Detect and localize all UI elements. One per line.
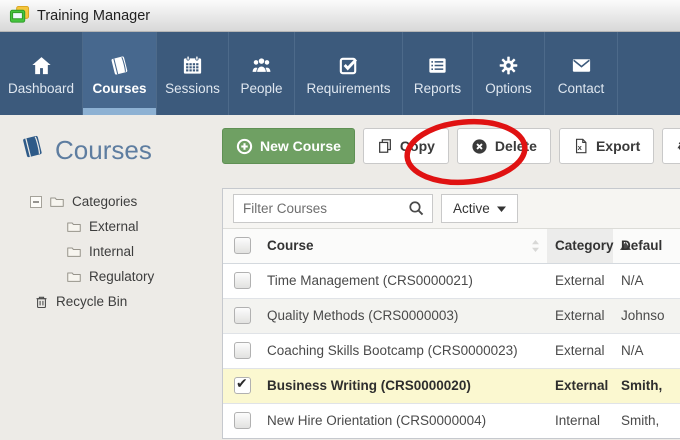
default-cell: Johnso: [613, 298, 680, 333]
status-filter-label: Active: [453, 201, 490, 216]
tree-item-external[interactable]: External: [0, 214, 222, 239]
table-row[interactable]: Time Management (CRS0000021)ExternalN/A: [223, 263, 680, 298]
default-cell: N/A: [613, 263, 680, 298]
copy-button[interactable]: Copy: [363, 128, 449, 164]
folder-icon: [66, 244, 82, 259]
book-icon: [18, 133, 47, 167]
filter-bar: Active: [223, 189, 680, 229]
nav-tab-options[interactable]: Options: [473, 32, 545, 115]
folder-icon: [49, 194, 65, 209]
filter-input[interactable]: [234, 201, 408, 216]
table-body: Time Management (CRS0000021)ExternalN/AQ…: [223, 263, 680, 438]
refresh-icon: [676, 138, 680, 154]
nav-tab-contact[interactable]: Contact: [545, 32, 618, 115]
course-cell: Coaching Skills Bootcamp (CRS0000023): [261, 333, 547, 368]
category-cell: External: [547, 333, 613, 368]
table-row[interactable]: New Hire Orientation (CRS0000004)Interna…: [223, 403, 680, 438]
table-row[interactable]: Coaching Skills Bootcamp (CRS0000023)Ext…: [223, 333, 680, 368]
category-tree: CategoriesExternalInternalRegulatoryRecy…: [0, 189, 222, 314]
trash-icon: [34, 294, 49, 310]
row-checkbox[interactable]: [234, 377, 251, 394]
default-cell: Smith,: [613, 403, 680, 438]
row-checkbox[interactable]: [234, 272, 251, 289]
column-header-category[interactable]: Category: [547, 229, 613, 263]
folder-icon: [66, 269, 82, 284]
refresh-button[interactable]: Refresh: [662, 128, 680, 164]
book-icon: [107, 51, 132, 77]
new-course-button[interactable]: New Course: [222, 128, 355, 164]
app-logo-icon: [9, 5, 30, 26]
course-cell: Time Management (CRS0000021): [261, 263, 547, 298]
row-checkbox[interactable]: [234, 342, 251, 359]
default-cell: Smith,: [613, 368, 680, 403]
sidebar-title: Courses: [18, 133, 222, 167]
row-checkbox[interactable]: [234, 307, 251, 324]
courses-table: CourseCategoryDefaul Time Management (CR…: [223, 229, 680, 438]
search-icon: [408, 200, 432, 217]
minus-box-icon[interactable]: [30, 196, 42, 208]
course-cell: Quality Methods (CRS0000003): [261, 298, 547, 333]
nav-tab-people[interactable]: People: [229, 32, 295, 115]
title-bar: Training Manager: [0, 0, 680, 32]
copy-icon: [377, 138, 393, 154]
tree-item-regulatory[interactable]: Regulatory: [0, 264, 222, 289]
sort-unsorted-icon[interactable]: [531, 239, 540, 253]
nav-tab-dashboard[interactable]: Dashboard: [0, 32, 83, 115]
tree-item-categories[interactable]: Categories: [0, 189, 222, 214]
delete-button[interactable]: Delete: [457, 128, 551, 164]
people-icon: [248, 51, 275, 77]
tree-item-recycle-bin[interactable]: Recycle Bin: [0, 289, 222, 314]
category-cell: External: [547, 263, 613, 298]
column-header-default[interactable]: Defaul: [613, 229, 680, 263]
nav-tab-reports[interactable]: Reports: [403, 32, 473, 115]
row-checkbox[interactable]: [234, 412, 251, 429]
category-cell: Internal: [547, 403, 613, 438]
export-button[interactable]: xExport: [559, 128, 654, 164]
content-area: Courses CategoriesExternalInternalRegula…: [0, 115, 680, 440]
plus-circle-icon: [236, 138, 253, 155]
nav-bar: DashboardCoursesSessionsPeopleRequiremen…: [0, 32, 680, 115]
calendar-icon: [180, 51, 205, 77]
gear-icon: [496, 51, 521, 77]
toolbar: New CourseCopyDeletexExport Refresh: [222, 128, 680, 164]
envelope-icon: [569, 51, 594, 77]
export-file-icon: x: [573, 138, 589, 154]
default-cell: N/A: [613, 333, 680, 368]
category-cell: External: [547, 298, 613, 333]
home-icon: [29, 51, 54, 77]
table-row[interactable]: Business Writing (CRS0000020)ExternalSmi…: [223, 368, 680, 403]
window-title: Training Manager: [37, 8, 150, 24]
nav-tab-sessions[interactable]: Sessions: [157, 32, 229, 115]
checkbox-check-icon: [336, 51, 361, 77]
category-cell: External: [547, 368, 613, 403]
sidebar: Courses CategoriesExternalInternalRegula…: [0, 115, 222, 440]
nav-tab-courses[interactable]: Courses: [83, 32, 157, 115]
nav-tab-requirements[interactable]: Requirements: [295, 32, 403, 115]
course-cell: New Hire Orientation (CRS0000004): [261, 403, 547, 438]
status-filter-dropdown[interactable]: Active: [441, 194, 518, 223]
courses-panel: Active CourseCategoryDefaul Time Managem…: [222, 188, 680, 439]
folder-icon: [66, 219, 82, 234]
report-icon: [425, 51, 450, 77]
column-header-course[interactable]: Course: [261, 229, 547, 263]
x-circle-icon: [471, 138, 488, 155]
course-cell: Business Writing (CRS0000020): [261, 368, 547, 403]
caret-down-icon: [497, 206, 506, 212]
table-row[interactable]: Quality Methods (CRS0000003)ExternalJohn…: [223, 298, 680, 333]
table-header: CourseCategoryDefaul: [223, 229, 680, 263]
select-all-checkbox[interactable]: [234, 237, 251, 254]
tree-item-internal[interactable]: Internal: [0, 239, 222, 264]
main-area: New CourseCopyDeletexExport Refresh Activ…: [222, 115, 680, 440]
sidebar-title-label: Courses: [55, 135, 152, 166]
filter-search-box: [233, 194, 433, 223]
